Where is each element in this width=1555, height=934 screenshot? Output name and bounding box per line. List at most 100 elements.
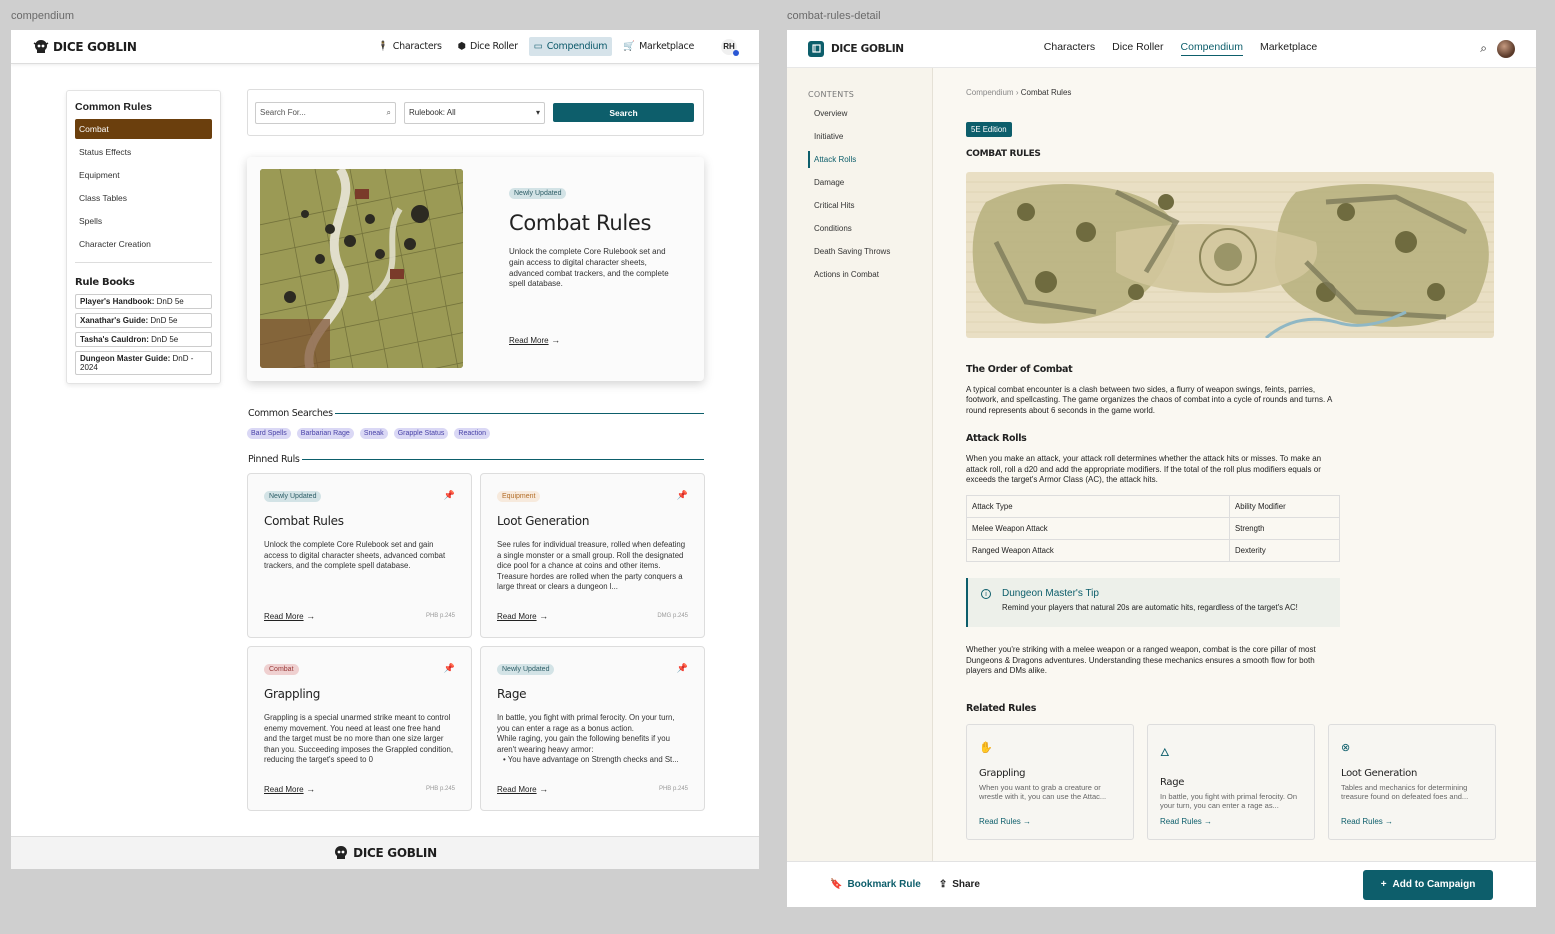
toc-item-initiative[interactable]: Initiative bbox=[808, 128, 932, 145]
related-desc: In battle, you fight with primal ferocit… bbox=[1160, 791, 1298, 811]
goblin-skull-icon bbox=[335, 846, 348, 859]
rulebook-item[interactable]: Tasha's Cauldron: DnD 5e bbox=[75, 332, 212, 347]
table-cell: Dexterity bbox=[1229, 539, 1340, 563]
toc-item-damage[interactable]: Damage bbox=[808, 174, 932, 191]
rulebook-edition: DnD 5e bbox=[156, 297, 184, 306]
toc-title: CONTENTS bbox=[808, 90, 855, 99]
related-title: Loot Generation bbox=[1341, 767, 1418, 779]
page-title: COMBAT RULES bbox=[966, 149, 1041, 159]
divider bbox=[334, 413, 704, 414]
pin-icon[interactable]: 📌 bbox=[444, 663, 455, 674]
search-chips: Bard Spells Barbarian Rage Sneak Grapple… bbox=[247, 428, 491, 439]
related-desc: When you want to grab a creature or wres… bbox=[979, 782, 1107, 802]
featured-card[interactable]: Newly Updated Combat Rules Unlock the co… bbox=[247, 157, 704, 381]
card-desc: In battle, you fight with primal ferocit… bbox=[497, 713, 688, 765]
nav-dice-roller[interactable]: Dice Roller bbox=[1112, 41, 1163, 56]
related-card[interactable]: 🜂 Rage In battle, you fight with primal … bbox=[1147, 723, 1315, 840]
rule-card[interactable]: Newly Updated 📌 Rage In battle, you figh… bbox=[480, 646, 705, 811]
share-button[interactable]: ⇪ Share bbox=[939, 879, 980, 890]
table-row: Attack Type Ability Modifier bbox=[966, 495, 1340, 519]
chip[interactable]: Reaction bbox=[454, 428, 491, 439]
rulebook-item[interactable]: Xanathar's Guide: DnD 5e bbox=[75, 313, 212, 328]
nav-marketplace[interactable]: Marketplace bbox=[1260, 41, 1317, 56]
nav-compendium[interactable]: ▭ Compendium bbox=[528, 37, 613, 56]
rule-card[interactable]: Combat 📌 Grappling Grappling is a specia… bbox=[247, 646, 472, 811]
arrow-right-icon: → bbox=[539, 784, 549, 794]
goblin-skull-icon bbox=[33, 39, 49, 53]
read-rules-label: Read Rules bbox=[979, 816, 1021, 826]
bookmark-button[interactable]: 🔖 Bookmark Rule bbox=[830, 879, 921, 890]
nav-dice-roller[interactable]: ⬢ Dice Roller bbox=[453, 37, 523, 56]
read-more-link[interactable]: Read More → bbox=[264, 784, 315, 794]
section-heading-attack: Attack Rolls bbox=[966, 433, 1027, 445]
chip[interactable]: Barbarian Rage bbox=[296, 428, 354, 439]
breadcrumb-current: Combat Rules bbox=[1020, 88, 1072, 97]
nav-dice-label: Dice Roller bbox=[469, 41, 518, 52]
toc-item-critical-hits[interactable]: Critical Hits bbox=[808, 197, 932, 214]
read-rules-link[interactable]: Read Rules → bbox=[1341, 817, 1393, 826]
card-title: Grappling bbox=[264, 687, 321, 701]
avatar[interactable] bbox=[1497, 39, 1515, 58]
toc-item-overview[interactable]: Overview bbox=[808, 105, 932, 122]
read-rules-link[interactable]: Read Rules → bbox=[979, 817, 1031, 826]
nav-characters[interactable]: Characters bbox=[1044, 41, 1095, 56]
nav-compendium[interactable]: Compendium bbox=[1180, 41, 1243, 56]
sidebar-item-character-creation[interactable]: Character Creation bbox=[75, 234, 212, 254]
rulebook-item[interactable]: Dungeon Master Guide: DnD - 2024 bbox=[75, 351, 212, 375]
read-more-link[interactable]: Read More → bbox=[509, 335, 560, 345]
nav-characters[interactable]: 🕴 Characters bbox=[372, 37, 447, 56]
read-more-link[interactable]: Read More → bbox=[264, 611, 315, 621]
book-icon: ▭ bbox=[533, 41, 543, 52]
search-input[interactable]: Search For... ⌕ bbox=[255, 101, 396, 124]
footer: DICE GOBLIN bbox=[11, 836, 759, 869]
toc-item-death-saving-throws[interactable]: Death Saving Throws bbox=[808, 243, 932, 260]
avatar[interactable]: RH bbox=[721, 38, 739, 56]
chip[interactable]: Grapple Status bbox=[393, 428, 449, 439]
featured-content: Newly Updated Combat Rules Unlock the co… bbox=[509, 187, 679, 290]
related-rules-heading: Related Rules bbox=[966, 702, 1037, 714]
read-more-link[interactable]: Read More → bbox=[497, 784, 548, 794]
chip[interactable]: Sneak bbox=[359, 428, 388, 439]
pin-icon[interactable]: 📌 bbox=[677, 663, 688, 674]
nav-marketplace[interactable]: 🛒 Marketplace bbox=[618, 37, 699, 56]
search-icon[interactable]: ⌕ bbox=[1480, 41, 1487, 56]
top-nav: DICE GOBLIN Characters Dice Roller Compe… bbox=[787, 30, 1536, 68]
logo[interactable]: DICE GOBLIN bbox=[33, 39, 137, 55]
chip[interactable]: Bard Spells bbox=[247, 428, 291, 439]
read-more-link[interactable]: Read More → bbox=[497, 611, 548, 621]
page-ref: DMG p.245 bbox=[657, 613, 688, 619]
sidebar-item-equipment[interactable]: Equipment bbox=[75, 165, 212, 185]
table-cell: Attack Type bbox=[966, 495, 1230, 519]
pin-icon[interactable]: 📌 bbox=[677, 490, 688, 501]
chevron-right-icon: › bbox=[1015, 88, 1019, 97]
rulebook-item[interactable]: Player's Handbook: DnD 5e bbox=[75, 294, 212, 309]
card-footer: Read More → DMG p.245 bbox=[497, 611, 688, 621]
rule-card[interactable]: Newly Updated 📌 Combat Rules Unlock the … bbox=[247, 473, 472, 638]
search-button[interactable]: Search bbox=[553, 103, 694, 122]
toc-item-attack-rolls[interactable]: Attack Rolls bbox=[808, 151, 932, 168]
read-more-label: Read More bbox=[264, 612, 304, 621]
flame-icon: 🜂 bbox=[1160, 746, 1170, 759]
read-rules-link[interactable]: Read Rules → bbox=[1160, 817, 1212, 826]
breadcrumb-root[interactable]: Compendium bbox=[966, 88, 1014, 97]
add-to-campaign-button[interactable]: + Add to Campaign bbox=[1363, 869, 1493, 900]
battle-map-image bbox=[966, 172, 1494, 338]
card-desc: See rules for individual treasure, rolle… bbox=[497, 540, 686, 592]
sidebar-item-combat[interactable]: Combat bbox=[75, 119, 212, 139]
toc-item-actions-in-combat[interactable]: Actions in Combat bbox=[808, 266, 932, 283]
related-card[interactable]: ✋ Grappling When you want to grab a crea… bbox=[966, 723, 1134, 840]
rulebook-select[interactable]: Rulebook: All ▾ bbox=[404, 101, 545, 124]
logo[interactable]: DICE GOBLIN bbox=[808, 40, 904, 57]
sidebar-item-class-tables[interactable]: Class Tables bbox=[75, 188, 212, 208]
divider bbox=[301, 459, 704, 460]
main-nav: Characters Dice Roller Compendium Market… bbox=[1044, 41, 1317, 56]
character-icon: 🕴 bbox=[376, 41, 389, 52]
sidebar-item-spells[interactable]: Spells bbox=[75, 211, 212, 231]
pin-icon[interactable]: 📌 bbox=[444, 490, 455, 501]
rule-card[interactable]: Equipment 📌 Loot Generation See rules fo… bbox=[480, 473, 705, 638]
toc-item-conditions[interactable]: Conditions bbox=[808, 220, 932, 237]
footer-logo[interactable]: DICE GOBLIN bbox=[333, 845, 437, 861]
close-circle-icon: ⊗ bbox=[1341, 741, 1351, 754]
related-card[interactable]: ⊗ Loot Generation Tables and mechanics f… bbox=[1328, 723, 1496, 840]
sidebar-item-status-effects[interactable]: Status Effects bbox=[75, 142, 212, 162]
